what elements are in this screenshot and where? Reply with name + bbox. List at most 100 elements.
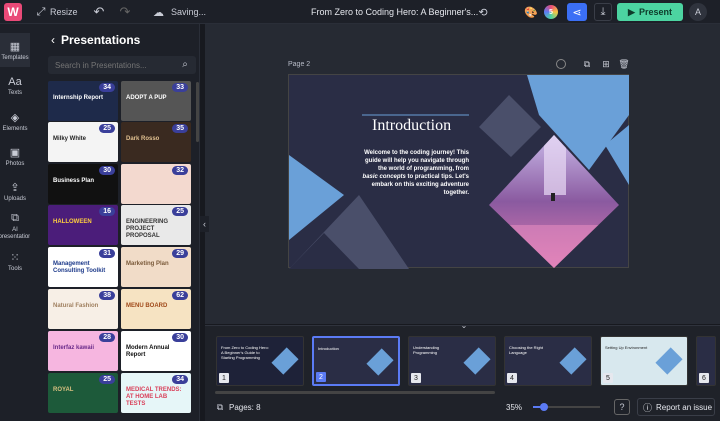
- resize-button[interactable]: Resize: [50, 7, 78, 17]
- history-icon[interactable]: ⟲: [476, 5, 490, 19]
- slide-body[interactable]: Welcome to the coding journey! This guid…: [354, 149, 469, 197]
- slide-title[interactable]: Introduction: [372, 117, 451, 135]
- slide-count-badge: 29: [172, 249, 188, 258]
- resize-icon[interactable]: ⤢: [35, 6, 47, 18]
- template-card[interactable]: MENU BOARD 62: [121, 289, 191, 329]
- add-page-icon[interactable]: ⊞: [600, 58, 612, 70]
- page-number: 5: [603, 373, 613, 383]
- panel-title: Presentations: [61, 33, 141, 47]
- page-thumbnail-title: Understanding Programming: [413, 345, 440, 355]
- panel-scrollbar[interactable]: [196, 82, 199, 142]
- page-number: 2: [316, 372, 326, 382]
- search-input[interactable]: [48, 56, 196, 74]
- template-card[interactable]: MEDICAL TRENDS: AT HOME LAB TESTS 34: [121, 373, 191, 413]
- template-title: Business Plan: [53, 178, 95, 184]
- template-title: Milky White: [53, 136, 87, 142]
- download-icon[interactable]: ⤓: [594, 3, 612, 21]
- zoom-level: 35%: [506, 403, 523, 412]
- rail-uploads[interactable]: ⇪ Uploads: [0, 174, 30, 208]
- report-label: Report an issue: [656, 402, 713, 412]
- document-title[interactable]: From Zero to Coding Hero: A Beginner's..…: [311, 7, 478, 17]
- back-icon[interactable]: ‹: [48, 33, 58, 47]
- page-thumbnail-graphic: [271, 347, 299, 375]
- slide-count-badge: 30: [172, 333, 188, 342]
- upload-icon: ⇪: [10, 181, 20, 194]
- slide-count-badge: 32: [172, 166, 188, 175]
- search-icon[interactable]: ⌕: [179, 58, 191, 70]
- play-icon: ▶: [628, 6, 635, 17]
- rail-label: Tools: [7, 265, 22, 272]
- rail-label: AI presentation: [0, 226, 32, 240]
- pages-count: Pages: 8: [229, 403, 261, 412]
- rail-ai-presentation[interactable]: ⧉ AI presentation: [0, 209, 32, 243]
- template-title: Marketing Plan: [126, 261, 169, 267]
- page-thumbnail[interactable]: Setting Up Environment 5: [600, 336, 688, 386]
- trash-icon[interactable]: 🗑: [618, 58, 630, 70]
- template-card[interactable]: Modern Annual Report 30: [121, 331, 191, 371]
- collapse-strip-icon[interactable]: ⌄: [458, 321, 470, 330]
- template-card[interactable]: ROYAL 25: [48, 373, 118, 413]
- present-button[interactable]: ▶ Present: [617, 3, 683, 21]
- slide-count-badge: 35: [172, 124, 188, 133]
- saving-status: Saving...: [171, 7, 207, 17]
- page-label: Page 2: [288, 61, 311, 68]
- rail-templates[interactable]: ▦ Templates: [0, 33, 30, 67]
- undo-icon[interactable]: ↶: [92, 4, 106, 19]
- page-thumbnail[interactable]: Understanding Programming 3: [408, 336, 496, 386]
- template-card[interactable]: HALLOWEEN 16: [48, 205, 118, 245]
- collapse-panel-icon[interactable]: ‹: [200, 216, 209, 232]
- template-title: Interfaz kawaii: [53, 345, 95, 351]
- zoom-slider-handle[interactable]: [539, 403, 548, 411]
- template-card[interactable]: Business Plan 30: [48, 164, 118, 204]
- ai-icon: ⧉: [11, 211, 19, 224]
- share-button[interactable]: ⋖: [567, 3, 587, 21]
- page-thumbnail[interactable]: Choosing the Right Language 4: [504, 336, 592, 386]
- template-card[interactable]: Management Consulting Toolkit 31: [48, 247, 118, 287]
- rail-label: Texts: [7, 90, 22, 96]
- slide-count-badge: 38: [99, 291, 115, 300]
- slide[interactable]: Introduction Welcome to the coding journ…: [288, 74, 629, 269]
- slide-count-badge: 34: [172, 375, 188, 384]
- palette-icon[interactable]: 🎨: [524, 5, 538, 19]
- template-title: ROYAL: [53, 387, 74, 393]
- help-icon[interactable]: ?: [614, 399, 630, 415]
- report-issue-button[interactable]: ⓘ Report an issue: [637, 398, 715, 416]
- template-card[interactable]: Dark Rosso 35: [121, 122, 191, 162]
- page-thumbnail-graphic: [559, 347, 587, 375]
- strip-scrollbar[interactable]: [215, 391, 495, 394]
- rail-texts[interactable]: Aa Texts: [0, 69, 30, 103]
- slide-count-badge: 33: [172, 83, 188, 92]
- template-title: Natural Fashion: [53, 303, 99, 309]
- template-card[interactable]: Interfaz kawaii 28: [48, 331, 118, 371]
- template-card[interactable]: ADOPT A PUP 33: [121, 81, 191, 121]
- copy-icon[interactable]: ⧉: [581, 58, 593, 70]
- template-card[interactable]: Internship Report 34: [48, 81, 118, 121]
- template-card[interactable]: Milky White 25: [48, 122, 118, 162]
- slide-body-line: embark on this exciting adventure: [371, 182, 469, 188]
- template-card[interactable]: ENGINEERING PROJECT PROPOSAL 25: [121, 205, 191, 245]
- slide-body-line: guide will help you navigate through: [364, 158, 469, 164]
- slide-body-emphasis: basic concepts: [362, 174, 406, 180]
- avatar[interactable]: A: [689, 3, 707, 21]
- slide-count-badge: 16: [99, 207, 115, 216]
- rail-photos[interactable]: ▣ Photos: [0, 139, 30, 173]
- page-color-icon[interactable]: [556, 59, 566, 69]
- page-thumbnail-title: From Zero to Coding Hero: A Beginner's G…: [221, 345, 269, 360]
- page-thumbnail[interactable]: Introduction 2: [312, 336, 400, 386]
- slide-count-badge: 30: [99, 166, 115, 175]
- template-title: Internship Report: [53, 95, 104, 101]
- rail-elements[interactable]: ◈ Elements: [0, 104, 30, 138]
- template-title: MEDICAL TRENDS: AT HOME LAB TESTS: [126, 387, 182, 407]
- template-card[interactable]: 32: [121, 164, 191, 204]
- page-thumbnail[interactable]: From Zero to Coding Hero: A Beginner's G…: [216, 336, 304, 386]
- user-count-badge[interactable]: 5: [544, 5, 558, 19]
- info-icon: ⓘ: [643, 402, 653, 413]
- template-card[interactable]: Natural Fashion 38: [48, 289, 118, 329]
- app-logo[interactable]: W: [4, 3, 22, 21]
- rail-tools[interactable]: ⁙ Tools: [0, 244, 30, 278]
- slide-count-badge: 34: [99, 83, 115, 92]
- template-card[interactable]: Marketing Plan 29: [121, 247, 191, 287]
- template-title: MENU BOARD: [126, 303, 168, 309]
- page-thumbnail[interactable]: 6: [696, 336, 716, 386]
- present-label: Present: [638, 7, 672, 17]
